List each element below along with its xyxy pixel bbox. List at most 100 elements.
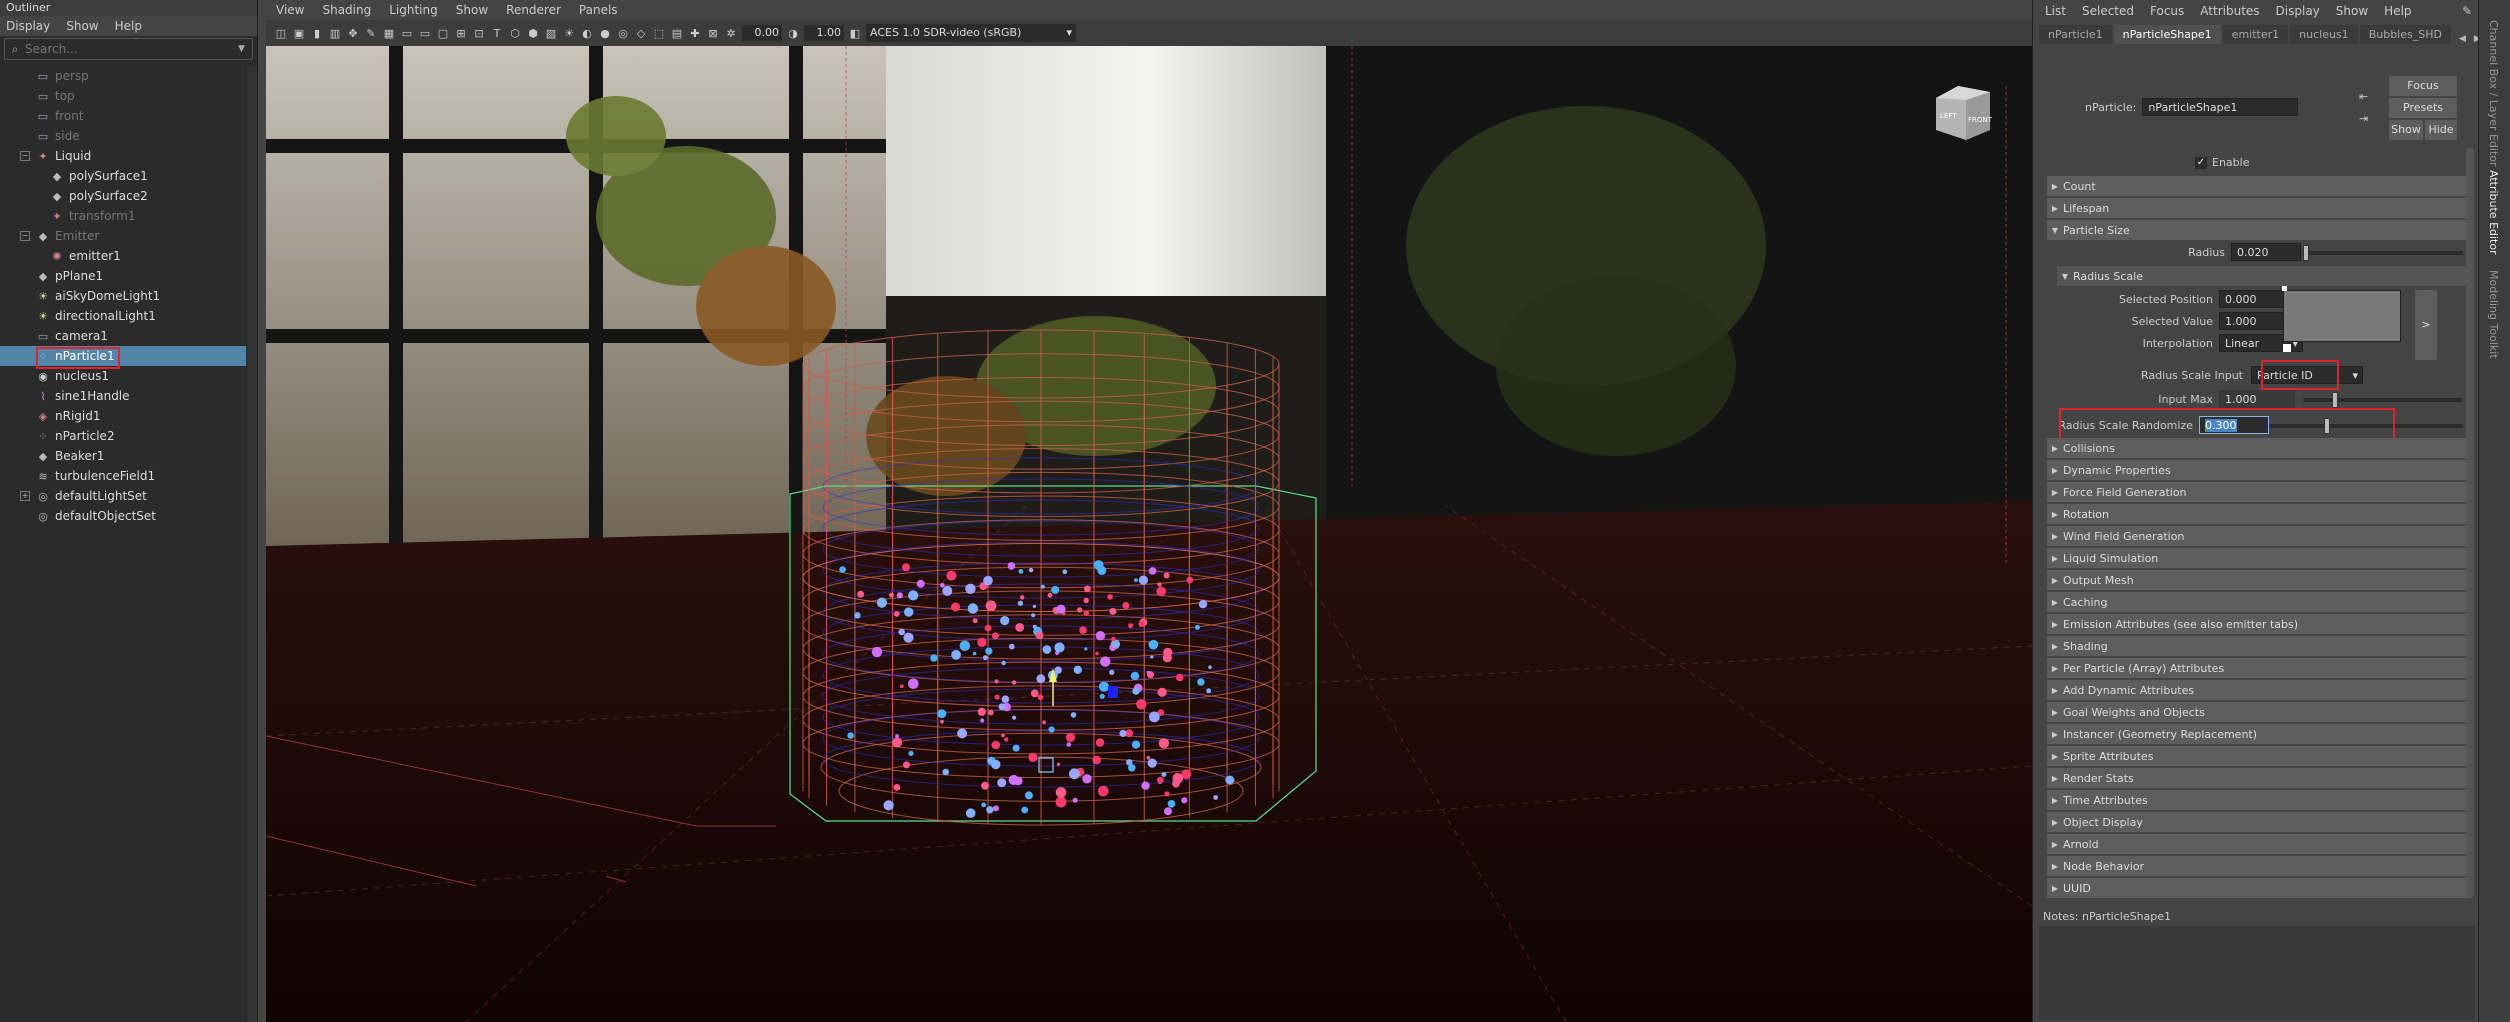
side-tab-attribute-editor[interactable]: Attribute Editor bbox=[2487, 170, 2500, 255]
viewport-menu-renderer[interactable]: Renderer bbox=[506, 3, 561, 17]
outliner-item[interactable]: ▭ persp bbox=[0, 66, 246, 86]
outliner-item[interactable]: ✦ transform1 bbox=[0, 206, 246, 226]
section-shading[interactable]: ▶ Shading bbox=[2047, 636, 2471, 656]
xray-active-icon[interactable]: ⊠ bbox=[706, 26, 720, 40]
image-plane-icon[interactable]: ▥ bbox=[328, 26, 342, 40]
anti-alias-icon[interactable]: ◇ bbox=[634, 26, 648, 40]
section-dynamic-properties[interactable]: ▶ Dynamic Properties bbox=[2047, 460, 2471, 480]
notes-textarea[interactable] bbox=[2039, 926, 2475, 1020]
camera-attributes-icon[interactable]: ▣ bbox=[292, 26, 306, 40]
safe-action-icon[interactable]: ⊡ bbox=[472, 26, 486, 40]
outliner-search-input[interactable] bbox=[25, 42, 238, 56]
bookmark-icon[interactable]: ▮ bbox=[310, 26, 324, 40]
section-goal-weights-and-objects[interactable]: ▶ Goal Weights and Objects bbox=[2047, 702, 2471, 722]
tab-scroll-left-icon[interactable]: ◀ bbox=[2459, 34, 2466, 44]
ae-scrollbar[interactable] bbox=[2466, 148, 2474, 898]
tab-bubbles-shd[interactable]: Bubbles_SHD bbox=[2359, 25, 2451, 44]
selected-position-field[interactable]: 0.000 bbox=[2219, 290, 2285, 308]
camera-select-icon[interactable]: ◫ bbox=[274, 26, 288, 40]
outliner-item[interactable]: ▭ camera1 bbox=[0, 326, 246, 346]
section-sprite-attributes[interactable]: ▶ Sprite Attributes bbox=[2047, 746, 2471, 766]
exposure-field[interactable]: 0.00 bbox=[742, 25, 782, 41]
selected-value-field[interactable]: 1.000 bbox=[2219, 312, 2285, 330]
section-output-mesh[interactable]: ▶ Output Mesh bbox=[2047, 570, 2471, 590]
collapse-icon[interactable]: − bbox=[20, 231, 30, 241]
outliner-item[interactable]: ◆ pPlane1 bbox=[0, 266, 246, 286]
ae-menu-show[interactable]: Show bbox=[2336, 4, 2368, 18]
search-dropdown-icon[interactable]: ▼ bbox=[238, 44, 252, 54]
motion-blur-icon[interactable]: ◎ bbox=[616, 26, 630, 40]
section-add-dynamic-attributes[interactable]: ▶ Add Dynamic Attributes bbox=[2047, 680, 2471, 700]
input-max-slider-knob[interactable] bbox=[2332, 392, 2338, 408]
section-force-field-generation[interactable]: ▶ Force Field Generation bbox=[2047, 482, 2471, 502]
outliner-menu-show[interactable]: Show bbox=[66, 19, 98, 33]
outliner-menu-display[interactable]: Display bbox=[6, 19, 50, 33]
hide-button[interactable]: Hide bbox=[2425, 120, 2457, 140]
use-all-lights-icon[interactable]: ☀ bbox=[562, 26, 576, 40]
section-rotation[interactable]: ▶ Rotation bbox=[2047, 504, 2471, 524]
outliner-item[interactable]: ▭ top bbox=[0, 86, 246, 106]
collapse-icon[interactable]: − bbox=[20, 151, 30, 161]
side-tab-modeling-toolkit[interactable]: Modeling Toolkit bbox=[2487, 270, 2500, 359]
outliner-item[interactable]: ◉ nucleus1 bbox=[0, 366, 246, 386]
go-input-icon[interactable]: ⇤ bbox=[2359, 90, 2368, 103]
viewport-menu-shading[interactable]: Shading bbox=[322, 3, 371, 17]
presets-button[interactable]: Presets bbox=[2389, 98, 2457, 118]
textured-icon[interactable]: ▨ bbox=[544, 26, 558, 40]
3d-viewport[interactable]: LEFT FRONT bbox=[266, 46, 2032, 1022]
resolution-gate-icon[interactable]: ▭ bbox=[418, 26, 432, 40]
section-object-display[interactable]: ▶ Object Display bbox=[2047, 812, 2471, 832]
section-caching[interactable]: ▶ Caching bbox=[2047, 592, 2471, 612]
section-collisions[interactable]: ▶ Collisions bbox=[2047, 438, 2471, 458]
outliner-item[interactable]: ◆ polySurface1 bbox=[0, 166, 246, 186]
outliner-item[interactable]: ◎ defaultObjectSet bbox=[0, 506, 246, 526]
tab-nparticle1[interactable]: nParticle1 bbox=[2039, 25, 2112, 44]
outliner-item[interactable]: ☀ aiSkyDomeLight1 bbox=[0, 286, 246, 306]
section-node-behavior[interactable]: ▶ Node Behavior bbox=[2047, 856, 2471, 876]
section-wind-field-generation[interactable]: ▶ Wind Field Generation bbox=[2047, 526, 2471, 546]
outliner-item[interactable]: − ✦ Liquid bbox=[0, 146, 246, 166]
section-radius-scale[interactable]: ▼ Radius Scale bbox=[2057, 266, 2471, 286]
outliner-scrollbar[interactable] bbox=[247, 66, 257, 1022]
focus-button[interactable]: Focus bbox=[2389, 76, 2457, 96]
wireframe-icon[interactable]: ⬡ bbox=[508, 26, 522, 40]
tab-nucleus1[interactable]: nucleus1 bbox=[2290, 25, 2358, 44]
radius-field[interactable]: 0.020 bbox=[2231, 243, 2301, 261]
outliner-item[interactable]: ⌇ sine1Handle bbox=[0, 386, 246, 406]
input-max-slider[interactable] bbox=[2303, 392, 2463, 408]
enable-checkbox[interactable]: ✓ bbox=[2195, 156, 2207, 169]
outliner-item[interactable]: ◆ polySurface2 bbox=[0, 186, 246, 206]
section-emission-attributes-see-also-emitter-tabs[interactable]: ▶ Emission Attributes (see also emitter t… bbox=[2047, 614, 2471, 634]
tab-nparticleshape1[interactable]: nParticleShape1 bbox=[2113, 25, 2221, 44]
view-transform-select[interactable]: ACES 1.0 SDR-video (sRGB) ▾ bbox=[866, 24, 1076, 42]
pin-icon[interactable]: ✎ bbox=[2462, 4, 2472, 18]
color-management-icon[interactable]: ◧ bbox=[848, 26, 862, 40]
outliner-item[interactable]: ▭ side bbox=[0, 126, 246, 146]
outliner-item[interactable]: ▭ front bbox=[0, 106, 246, 126]
outliner-search-box[interactable]: ⌕ ▼ bbox=[4, 38, 253, 60]
radius-slider[interactable] bbox=[2303, 245, 2463, 261]
outliner-item[interactable]: ✺ emitter1 bbox=[0, 246, 246, 266]
viewport-menu-lighting[interactable]: Lighting bbox=[389, 3, 438, 17]
viewport-menu-show[interactable]: Show bbox=[456, 3, 488, 17]
shadows-icon[interactable]: ◐ bbox=[580, 26, 594, 40]
ramp-expand-button[interactable]: > bbox=[2415, 290, 2437, 360]
go-output-icon[interactable]: ⇥ bbox=[2359, 112, 2368, 125]
radius-scale-ramp[interactable] bbox=[2283, 290, 2401, 342]
smooth-shade-icon[interactable]: ⬢ bbox=[526, 26, 540, 40]
section-particle-size[interactable]: ▼ Particle Size bbox=[2047, 220, 2471, 240]
section-liquid-simulation[interactable]: ▶ Liquid Simulation bbox=[2047, 548, 2471, 568]
field-chart-icon[interactable]: ⊞ bbox=[454, 26, 468, 40]
ae-menu-display[interactable]: Display bbox=[2276, 4, 2320, 18]
gate-mask-icon[interactable]: ▢ bbox=[436, 26, 450, 40]
outliner-item[interactable]: ◆ Beaker1 bbox=[0, 446, 246, 466]
outliner-item[interactable]: − ◆ Emitter bbox=[0, 226, 246, 246]
xray-icon[interactable]: ▤ bbox=[670, 26, 684, 40]
section-count[interactable]: ▶ Count bbox=[2047, 176, 2471, 196]
ae-menu-focus[interactable]: Focus bbox=[2150, 4, 2184, 18]
outliner-item[interactable]: ⁘ nParticle2 bbox=[0, 426, 246, 446]
tab-emitter1[interactable]: emitter1 bbox=[2222, 25, 2289, 44]
outliner-item[interactable]: + ◎ defaultLightSet bbox=[0, 486, 246, 506]
section-render-stats[interactable]: ▶ Render Stats bbox=[2047, 768, 2471, 788]
ae-menu-attributes[interactable]: Attributes bbox=[2200, 4, 2259, 18]
